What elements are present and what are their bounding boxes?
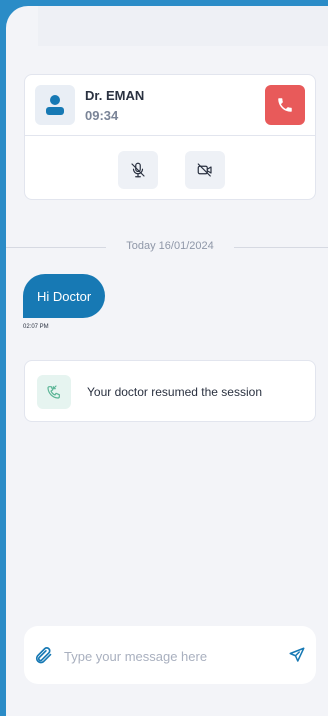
date-divider: Today 16/01/2024 <box>6 240 328 256</box>
message-input[interactable] <box>62 640 280 672</box>
call-header: Dr. EMAN 09:34 <box>25 75 315 136</box>
phone-hangup-icon <box>278 98 292 112</box>
message-bubble[interactable]: Hi Doctor <box>23 274 106 318</box>
attach-button[interactable] <box>32 644 54 666</box>
app-screen: Dr. EMAN 09:34 Today 16/01/2024 Hi Docto… <box>6 6 328 716</box>
phone-resume-icon <box>47 385 60 399</box>
system-message-card: Your doctor resumed the session <box>24 360 316 422</box>
avatar <box>35 85 75 125</box>
paperclip-icon <box>35 647 52 664</box>
mic-off-icon <box>131 162 145 178</box>
message-composer <box>24 626 316 684</box>
divider-line <box>234 247 328 248</box>
mute-mic-button[interactable] <box>118 151 158 189</box>
doctor-name: Dr. EMAN <box>85 88 145 103</box>
divider-line <box>6 247 106 248</box>
call-card: Dr. EMAN 09:34 <box>24 74 316 200</box>
user-icon <box>46 95 64 115</box>
send-button[interactable] <box>286 644 308 666</box>
system-message-text: Your doctor resumed the session <box>87 385 262 399</box>
message-text: Hi Doctor <box>37 288 92 304</box>
send-icon <box>289 647 305 662</box>
top-bar <box>38 6 328 46</box>
message-time: 02:07 PM <box>23 324 49 330</box>
camera-off-icon <box>197 163 212 177</box>
call-timer: 09:34 <box>85 108 119 123</box>
date-label: Today 16/01/2024 <box>126 240 214 252</box>
system-icon-box <box>37 375 71 409</box>
camera-off-button[interactable] <box>185 151 225 189</box>
end-call-button[interactable] <box>265 85 305 125</box>
